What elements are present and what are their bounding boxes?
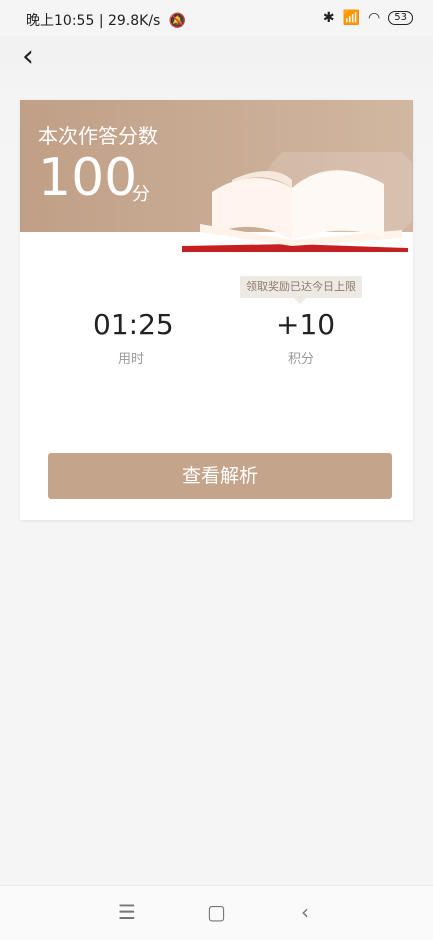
points-value: +10 <box>276 308 336 341</box>
reward-limit-tooltip: 领取奖励已达今日上限 <box>240 276 362 304</box>
result-title: 本次作答分数 <box>38 124 158 148</box>
time-value: 01:25 <box>93 308 174 341</box>
status-left: 晚上10:55 | 29.8K/s 🔕 <box>26 10 186 30</box>
menu-icon[interactable]: ☰ <box>118 900 136 924</box>
square-icon[interactable]: ▢ <box>207 900 226 924</box>
score-value: 100 <box>38 148 138 208</box>
back-icon[interactable]: ‹ <box>301 900 309 924</box>
battery-indicator: 53 <box>388 11 413 25</box>
book-illustration-icon <box>182 152 412 252</box>
signal-icon: 📶 <box>342 10 361 26</box>
wifi-icon: ◠ <box>368 10 381 26</box>
status-bar: 晚上10:55 | 29.8K/s 🔕 ✱ 📶 ◠ 53 <box>0 0 433 36</box>
points-label: 积分 <box>288 352 315 367</box>
system-navigation-bar: ☰ ▢ ‹ <box>0 885 433 940</box>
status-network-speed: 29.8K/s <box>107 13 161 29</box>
result-card: 本次作答分数 100 分 领取奖励已达今日上限 01:25 用时 +10 积分 … <box>20 100 413 520</box>
time-label: 用时 <box>118 352 145 367</box>
chevron-left-icon: ‹ <box>22 39 34 74</box>
mute-icon: 🔕 <box>168 13 187 29</box>
bluetooth-icon: ✱ <box>322 10 335 26</box>
status-time: 晚上10:55 <box>26 13 95 29</box>
status-right: ✱ 📶 ◠ 53 <box>323 10 413 26</box>
back-button[interactable]: ‹ <box>22 42 52 72</box>
score-banner: 本次作答分数 100 分 <box>20 100 413 252</box>
score-unit: 分 <box>132 184 150 205</box>
view-analysis-button[interactable]: 查看解析 <box>48 453 392 499</box>
status-separator: | <box>98 13 108 29</box>
